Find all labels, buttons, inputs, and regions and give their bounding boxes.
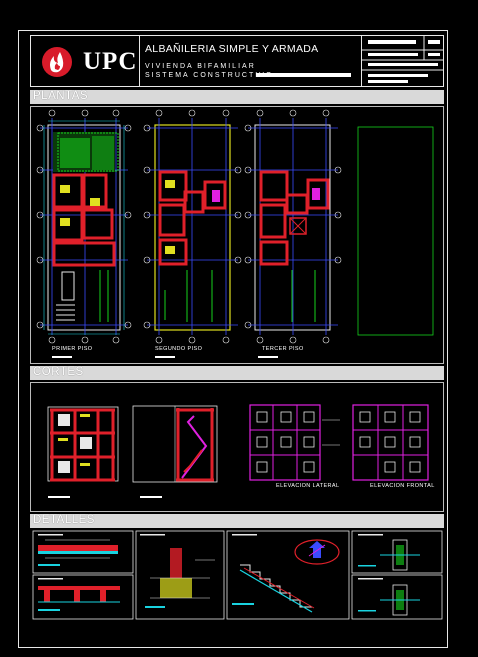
detail-column-bottom [358,578,420,616]
detail-beam [38,534,118,566]
detail-stair [232,534,340,613]
detail-frames [32,530,443,620]
detail-column-top [358,534,420,571]
drawing-sheet: UPC ALBAÑILERIA SIMPLE Y ARMADA VIVIENDA… [0,0,478,657]
detail-slab [38,578,120,611]
details-drawing [32,530,443,620]
detail-foundation [140,534,215,608]
